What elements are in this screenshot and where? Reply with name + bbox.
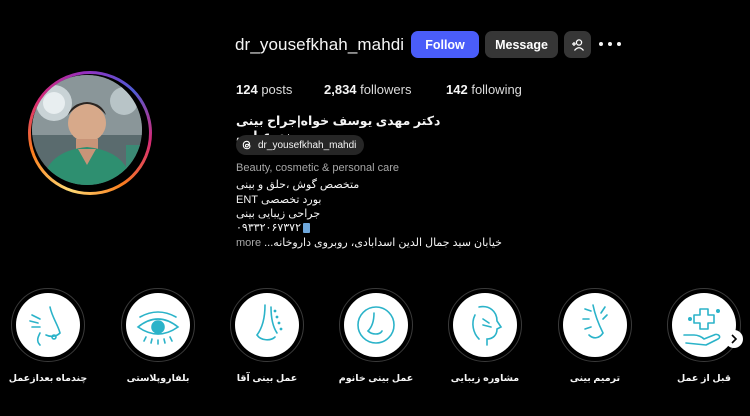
nose-circle-icon <box>357 306 395 344</box>
face-profile-icon <box>472 305 503 346</box>
highlight-item[interactable]: عمل بینی خانوم <box>336 288 416 384</box>
nose-repair-icon <box>582 304 608 339</box>
bio-line-2: بورد تخصصی ENT <box>236 194 322 206</box>
following-label: following <box>471 82 522 97</box>
highlight-label: ترمیم بینی <box>569 373 621 384</box>
highlight-cover <box>453 293 517 357</box>
threads-link[interactable]: dr_yousefkhah_mahdi <box>236 135 365 155</box>
bio-line-1: متخصص گوش ،حلق و بینی <box>236 179 360 191</box>
posts-number: 124 <box>236 82 258 97</box>
highlight-label: عمل بینی خانوم <box>338 373 414 384</box>
dot <box>599 42 603 46</box>
more-options-icon[interactable] <box>599 36 621 52</box>
highlight-item[interactable]: مشاوره زیبایی <box>445 288 525 384</box>
bio-line-3: جراحی زیبایی بینی <box>236 208 321 220</box>
bio-line-phone: ۰۹۳۳۲۰۶۷۳۷۲ <box>236 221 310 234</box>
phone-number: ۰۹۳۳۲۰۶۷۳۷۲ <box>236 222 301 234</box>
highlight-cover <box>235 293 299 357</box>
highlight-ring <box>230 288 304 362</box>
dot <box>608 42 612 46</box>
highlight-label: قبل از عمل <box>677 373 731 384</box>
highlight-label: مشاوره زیبایی <box>450 373 520 384</box>
highlight-ring <box>339 288 413 362</box>
add-user-icon <box>571 38 584 51</box>
hand-cross-icon <box>683 308 721 346</box>
following-number: 142 <box>446 82 468 97</box>
posts-label: posts <box>261 82 293 97</box>
highlight-cover <box>344 293 408 357</box>
highlight-cover <box>563 293 627 357</box>
highlight-ring <box>558 288 632 362</box>
profile-username: dr_yousefkhah_mahdi <box>235 35 405 54</box>
bio-address-line: خیابان سید جمال الدین اسدابادی، روبروی د… <box>236 236 502 249</box>
story-highlights: چندماه بعدازعمل بلفاروپلاستی عمل بینی آق… <box>0 288 750 398</box>
highlight-ring <box>667 288 741 362</box>
followers-link[interactable]: 2,834 followers <box>324 82 411 97</box>
threads-icon <box>240 138 254 152</box>
profile-avatar[interactable] <box>32 75 142 185</box>
avatar-photo <box>32 75 142 185</box>
highlight-cover <box>672 293 736 357</box>
highlight-label: بلفاروپلاستی <box>126 373 190 384</box>
profile-category: Beauty, cosmetic & personal care <box>236 162 400 174</box>
message-button[interactable]: Message <box>485 31 558 58</box>
followers-label: followers <box>360 82 412 97</box>
highlight-cover <box>16 293 80 357</box>
threads-handle: dr_yousefkhah_mahdi <box>258 139 357 151</box>
highlight-cover <box>126 293 190 357</box>
highlight-ring <box>448 288 522 362</box>
highlight-item[interactable]: ترمیم بینی <box>555 288 635 384</box>
eye-icon <box>136 311 180 345</box>
suggested-users-button[interactable] <box>564 31 591 58</box>
profile-avatar-ring[interactable] <box>28 71 152 195</box>
dot <box>617 42 621 46</box>
highlight-item[interactable]: بلفاروپلاستی <box>118 288 198 384</box>
following-link[interactable]: 142 following <box>446 82 522 97</box>
highlight-item[interactable]: چندماه بعدازعمل <box>8 288 88 384</box>
bio-more-link[interactable]: more <box>236 237 261 249</box>
bio-address: خیابان سید جمال الدین اسدابادی، روبروی د… <box>264 237 502 249</box>
highlights-next-button[interactable] <box>725 330 743 348</box>
posts-count: 124 posts <box>236 82 292 97</box>
nose-dots-icon <box>256 304 283 341</box>
highlight-label: چندماه بعدازعمل <box>8 373 88 384</box>
phone-emoji-icon <box>303 223 310 234</box>
highlight-ring <box>11 288 85 362</box>
highlight-item[interactable]: عمل بینی آقا <box>227 288 307 384</box>
follow-button[interactable]: Follow <box>411 31 479 58</box>
highlight-ring <box>121 288 195 362</box>
nose-profile-icon <box>29 306 61 346</box>
highlight-label: عمل بینی آقا <box>236 373 298 384</box>
followers-number: 2,834 <box>324 82 357 97</box>
chevron-right-icon <box>731 334 738 344</box>
